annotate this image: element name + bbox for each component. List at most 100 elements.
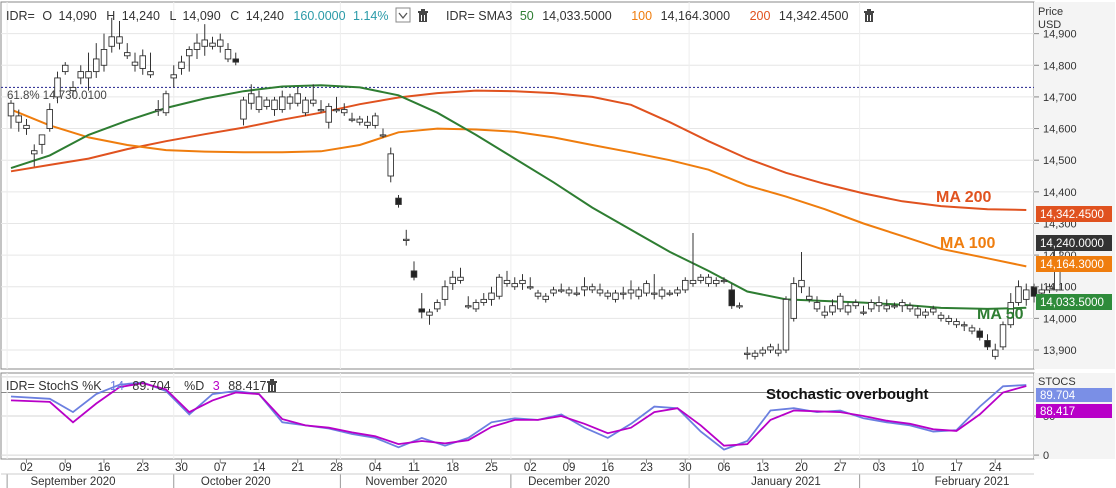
candle-body bbox=[573, 292, 581, 295]
candle-body bbox=[782, 298, 790, 351]
candle bbox=[162, 90, 170, 116]
candle-body bbox=[364, 121, 371, 126]
x-day-label: 11 bbox=[408, 462, 420, 474]
legend-dropdown-button[interactable] bbox=[395, 7, 411, 23]
candle-body bbox=[992, 349, 999, 357]
candle-body bbox=[875, 302, 883, 307]
candle-body bbox=[984, 340, 991, 348]
candle-body bbox=[860, 311, 867, 314]
candle-body bbox=[488, 292, 495, 300]
price-tick-label: 14,600 bbox=[1043, 124, 1077, 136]
candle bbox=[999, 321, 1007, 351]
candle-body bbox=[697, 276, 705, 281]
candle-body bbox=[612, 292, 619, 300]
candle-body bbox=[379, 134, 387, 137]
fib-label: 61.8% 14,730.0100 bbox=[7, 90, 107, 102]
legend-sma: IDR= SMA3 50 14,033.5000 100 14,164.3000… bbox=[446, 9, 848, 23]
price-tick-label: 14,700 bbox=[1043, 92, 1077, 104]
candle-body bbox=[46, 109, 54, 130]
candle-body bbox=[15, 115, 22, 123]
price-tick-label: 14,800 bbox=[1043, 60, 1077, 72]
candle-body bbox=[759, 349, 767, 354]
x-day-label: 20 bbox=[795, 462, 808, 474]
stoch-d-badge: 88.417 bbox=[1036, 404, 1112, 418]
candle-body bbox=[170, 74, 177, 79]
candle-body bbox=[627, 289, 635, 294]
candle-body bbox=[162, 93, 170, 114]
candle-body bbox=[503, 279, 511, 285]
candle-body bbox=[651, 292, 658, 295]
candle-body bbox=[240, 99, 247, 120]
candle-body bbox=[232, 58, 239, 63]
candle-body bbox=[480, 298, 488, 304]
candle-body bbox=[620, 292, 627, 295]
x-day-label: 16 bbox=[601, 462, 614, 474]
candle-body bbox=[85, 71, 92, 79]
x-day-label: 23 bbox=[640, 462, 653, 474]
candle-body bbox=[62, 64, 69, 73]
candle bbox=[302, 96, 309, 116]
candle-body bbox=[806, 295, 813, 300]
candle-body bbox=[999, 324, 1007, 348]
candle-body bbox=[147, 71, 154, 76]
candle-body bbox=[178, 61, 185, 69]
x-day-label: 09 bbox=[563, 462, 576, 474]
x-month-label: January 2021 bbox=[751, 476, 821, 488]
candle-body bbox=[426, 311, 433, 316]
candle-body bbox=[457, 276, 464, 281]
candle-body bbox=[449, 276, 457, 285]
candle-body bbox=[286, 96, 294, 104]
candle-body bbox=[1023, 289, 1030, 300]
svg-text:14,240.0000: 14,240.0000 bbox=[1040, 238, 1104, 250]
candle-body bbox=[372, 115, 379, 126]
candle-body bbox=[1015, 286, 1022, 304]
candle-body bbox=[744, 352, 751, 355]
candle-body bbox=[658, 289, 666, 297]
candle-body bbox=[968, 327, 976, 332]
candle-body bbox=[829, 305, 836, 313]
candle-body bbox=[821, 311, 829, 316]
candle-body bbox=[496, 276, 503, 297]
x-day-label: 25 bbox=[485, 462, 498, 474]
ma100-label: MA 100 bbox=[940, 235, 996, 252]
x-day-label: 07 bbox=[214, 462, 227, 474]
candle-body bbox=[310, 99, 317, 104]
candle-body bbox=[271, 99, 278, 111]
candle-body bbox=[302, 99, 309, 114]
candle-body bbox=[131, 61, 139, 66]
price-axis-title: Price bbox=[1038, 6, 1063, 18]
candle-body bbox=[247, 93, 255, 104]
svg-text:14,033.5000: 14,033.5000 bbox=[1040, 297, 1104, 309]
ma50-badge: 14,033.5000 bbox=[1036, 294, 1112, 310]
candle-body bbox=[201, 39, 208, 47]
x-month-label: September 2020 bbox=[30, 476, 115, 488]
x-day-label: 09 bbox=[59, 462, 72, 474]
x-day-label: 28 bbox=[330, 462, 343, 474]
last-price-badge: 14,240.0000 bbox=[1036, 235, 1112, 251]
candle-body bbox=[767, 346, 774, 351]
candle-body bbox=[713, 279, 720, 285]
x-day-label: 21 bbox=[291, 462, 304, 474]
candle-body bbox=[511, 283, 519, 288]
candle-body bbox=[961, 324, 968, 327]
candle-body bbox=[914, 308, 922, 316]
candle-body bbox=[403, 238, 410, 241]
x-day-label: 03 bbox=[873, 462, 886, 474]
svg-text:89.704: 89.704 bbox=[1040, 390, 1076, 402]
candle-body bbox=[209, 42, 216, 47]
candle-body bbox=[317, 109, 325, 112]
x-day-label: 16 bbox=[98, 462, 111, 474]
candle-body bbox=[216, 39, 224, 47]
candle-body bbox=[534, 292, 542, 297]
x-month-label: November 2020 bbox=[365, 476, 447, 488]
candle-body bbox=[333, 109, 340, 112]
x-day-label: 10 bbox=[911, 462, 924, 474]
candle-body bbox=[976, 330, 984, 338]
ma50-label: MA 50 bbox=[977, 306, 1024, 323]
candle-body bbox=[325, 105, 333, 123]
legend-ohlc: IDR= O 14,090 H 14,240 L 14,090 C 14,240… bbox=[6, 9, 389, 23]
candle-body bbox=[154, 109, 162, 112]
candle bbox=[837, 293, 844, 313]
ma200-label: MA 200 bbox=[936, 189, 992, 206]
candle-body bbox=[837, 295, 844, 310]
